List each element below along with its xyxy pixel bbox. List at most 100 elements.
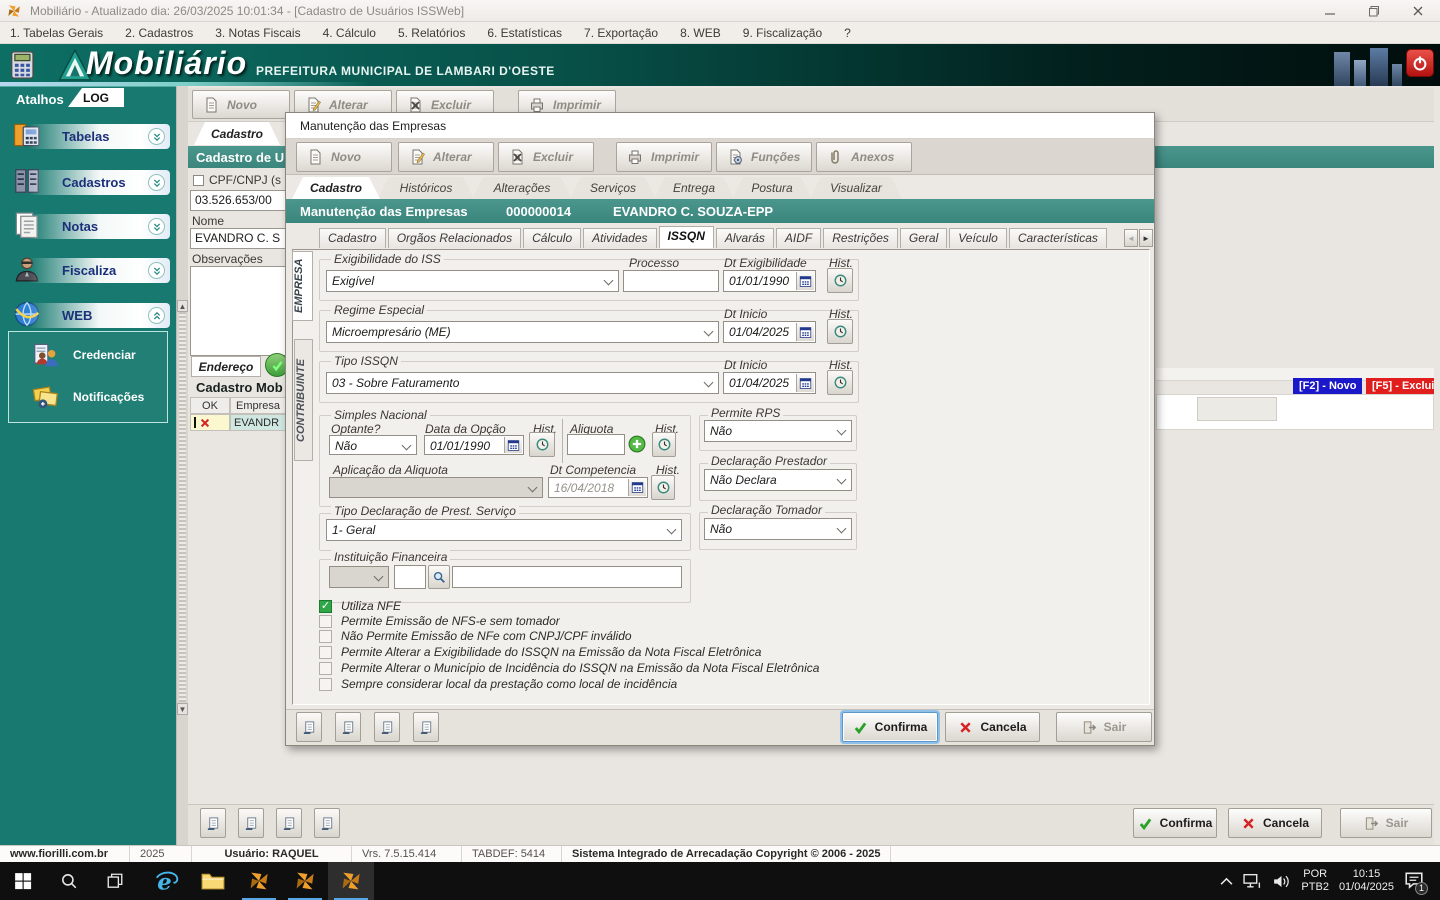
bg-nav-last-button[interactable] <box>314 808 340 838</box>
start-button[interactable] <box>0 862 46 900</box>
tab-restricoes[interactable]: Restrições <box>823 228 898 248</box>
fiorilli-app3-button[interactable] <box>328 862 374 900</box>
hist-competencia-button[interactable] <box>651 475 675 500</box>
splitter-arrow-down[interactable]: ▼ <box>177 703 188 715</box>
tab-caracteristicas[interactable]: Características <box>1008 228 1107 248</box>
sidebar-item-notas[interactable]: Notas <box>28 214 170 239</box>
menu-notas-fiscais[interactable]: 3. Notas Fiscais <box>215 26 300 40</box>
splitter-arrow-up[interactable]: ▲ <box>177 300 188 312</box>
hist-simples-button[interactable] <box>529 432 555 457</box>
maximize-button[interactable] <box>1352 0 1396 22</box>
chevron-down-icon[interactable] <box>148 174 165 191</box>
menu-relatorios[interactable]: 5. Relatórios <box>398 26 465 40</box>
task-view-button[interactable] <box>92 862 138 900</box>
sidebar-item-tabelas[interactable]: Tabelas <box>28 124 170 149</box>
hist-exigibilidade-button[interactable] <box>827 268 853 293</box>
cpf-input[interactable]: 03.526.653/00 <box>190 190 286 211</box>
menu-estatisticas[interactable]: 6. Estatísticas <box>487 26 562 40</box>
instituicao-tipo-combo[interactable] <box>329 566 389 588</box>
checkbox-icon[interactable] <box>319 661 332 675</box>
clock[interactable]: 10:15 01/04/2025 <box>1339 868 1394 894</box>
permite-rps-combo[interactable]: Não <box>704 420 852 442</box>
bg-nav-next-button[interactable] <box>276 808 302 838</box>
checkbox-icon[interactable] <box>319 629 332 643</box>
declaracao-prestador-combo[interactable]: Não Declara <box>704 469 852 491</box>
dt-inicio-tipo-input[interactable]: 01/04/2025 <box>723 372 816 394</box>
network-icon[interactable] <box>1243 873 1262 889</box>
menu-calculo[interactable]: 4. Cálculo <box>323 26 376 40</box>
bg-confirma-button[interactable]: Confirma <box>1133 808 1217 838</box>
chevron-up-icon[interactable] <box>148 307 165 324</box>
sidebar-splitter[interactable]: ▲ ▼ <box>176 86 188 845</box>
dlg-novo-button[interactable]: Novo <box>296 142 392 172</box>
dlg-imprimir-button[interactable]: Imprimir <box>616 142 712 172</box>
tab-cadastro[interactable]: Cadastro <box>319 228 386 248</box>
optante-combo[interactable]: Não <box>329 435 417 455</box>
volume-icon[interactable] <box>1272 874 1291 889</box>
sidebar-item-fiscaliza[interactable]: Fiscaliza <box>28 258 170 283</box>
chevron-down-icon[interactable] <box>148 218 165 235</box>
exigibilidade-combo[interactable]: Exigível <box>326 270 619 292</box>
bg-cancela-button[interactable]: Cancela <box>1228 808 1322 838</box>
tab-scroll-left-button[interactable]: ◄ <box>1124 229 1138 247</box>
dlg-tab-postura[interactable]: Postura <box>732 177 812 199</box>
tipo-declaracao-combo[interactable]: 1- Geral <box>326 519 682 541</box>
confirma-button[interactable]: Confirma <box>840 710 940 744</box>
dlg-funcoes-button[interactable]: Funções <box>716 142 812 172</box>
calendar-icon[interactable] <box>796 374 814 392</box>
checkbox-row[interactable]: Sempre considerar local da prestação com… <box>319 677 677 691</box>
observacoes-textarea[interactable] <box>190 266 286 356</box>
tab-issqn[interactable]: ISSQN <box>658 226 714 248</box>
taskbar-search-button[interactable] <box>46 862 92 900</box>
checkbox-icon[interactable] <box>319 614 332 628</box>
dlg-excluir-button[interactable]: Excluir <box>498 142 594 172</box>
sidebar-item-notificacoes[interactable]: Notificações <box>73 390 144 404</box>
tab-calculo[interactable]: Cálculo <box>523 228 582 248</box>
internet-explorer-button[interactable] <box>144 862 190 900</box>
checkbox-row[interactable]: ✓ Utiliza NFE <box>319 599 401 613</box>
instituicao-codigo-input[interactable] <box>394 565 426 589</box>
fiorilli-app1-button[interactable] <box>236 862 282 900</box>
dlg-tab-cadastro[interactable]: Cadastro <box>292 177 380 199</box>
grid-row-status-cell[interactable] <box>190 414 230 431</box>
checkbox-row[interactable]: Não Permite Emissão de NFe com CNPJ/CPF … <box>319 629 632 643</box>
sidebar-item-web[interactable]: WEB <box>28 303 170 328</box>
bg-nav-prev-button[interactable] <box>238 808 264 838</box>
regime-combo[interactable]: Microempresário (ME) <box>326 321 719 343</box>
tab-log[interactable]: LOG <box>68 88 124 107</box>
menu-help[interactable]: ? <box>844 26 851 40</box>
dt-exigibilidade-input[interactable]: 01/01/1990 <box>723 270 816 292</box>
tab-orgaos-relacionados[interactable]: Orgãos Relacionados <box>387 228 522 248</box>
tipo-issqn-combo[interactable]: 03 - Sobre Faturamento <box>326 372 719 394</box>
bg-sair-button[interactable]: Sair <box>1340 808 1432 838</box>
hist-aliquota-button[interactable] <box>652 432 676 457</box>
dlg-tab-alteracoes[interactable]: Alterações <box>472 177 572 199</box>
nav-prev-button[interactable] <box>335 712 361 742</box>
instituicao-buscar-button[interactable] <box>428 565 450 589</box>
tab-geral[interactable]: Geral <box>899 228 948 248</box>
tab-scroll-right-button[interactable]: ► <box>1139 229 1153 247</box>
hist-tipo-button[interactable] <box>827 370 853 395</box>
sair-button[interactable]: Sair <box>1056 712 1152 742</box>
aplicacao-aliquota-combo[interactable] <box>329 477 543 498</box>
menu-exportacao[interactable]: 7. Exportação <box>584 26 658 40</box>
file-explorer-button[interactable] <box>190 862 236 900</box>
power-exit-button[interactable] <box>1406 49 1434 77</box>
data-opcao-input[interactable]: 01/01/1990 <box>424 435 524 455</box>
sidebar-item-cadastros[interactable]: Cadastros <box>28 170 170 195</box>
nav-next-button[interactable] <box>374 712 400 742</box>
tab-alvaras[interactable]: Alvarás <box>715 228 774 248</box>
notification-center-button[interactable]: 1 <box>1404 871 1428 895</box>
sidebar-item-credenciar[interactable]: Credenciar <box>73 348 136 362</box>
dt-inicio-regime-input[interactable]: 01/04/2025 <box>723 321 816 343</box>
tab-atividades[interactable]: Atividades <box>583 228 657 248</box>
side-tab-contribuinte[interactable]: CONTRIBUINTE <box>294 339 313 461</box>
hidden-icons-chevron[interactable] <box>1220 877 1233 886</box>
fiorilli-app2-button[interactable] <box>282 862 328 900</box>
dlg-anexos-button[interactable]: Anexos <box>816 142 912 172</box>
processo-input[interactable] <box>623 270 719 292</box>
dlg-tab-servicos[interactable]: Serviços <box>570 177 656 199</box>
checkbox-row[interactable]: Permite Alterar o Município de Incidênci… <box>319 661 819 675</box>
dt-competencia-input[interactable]: 16/04/2018 <box>548 477 648 498</box>
calendar-icon[interactable] <box>504 437 522 453</box>
